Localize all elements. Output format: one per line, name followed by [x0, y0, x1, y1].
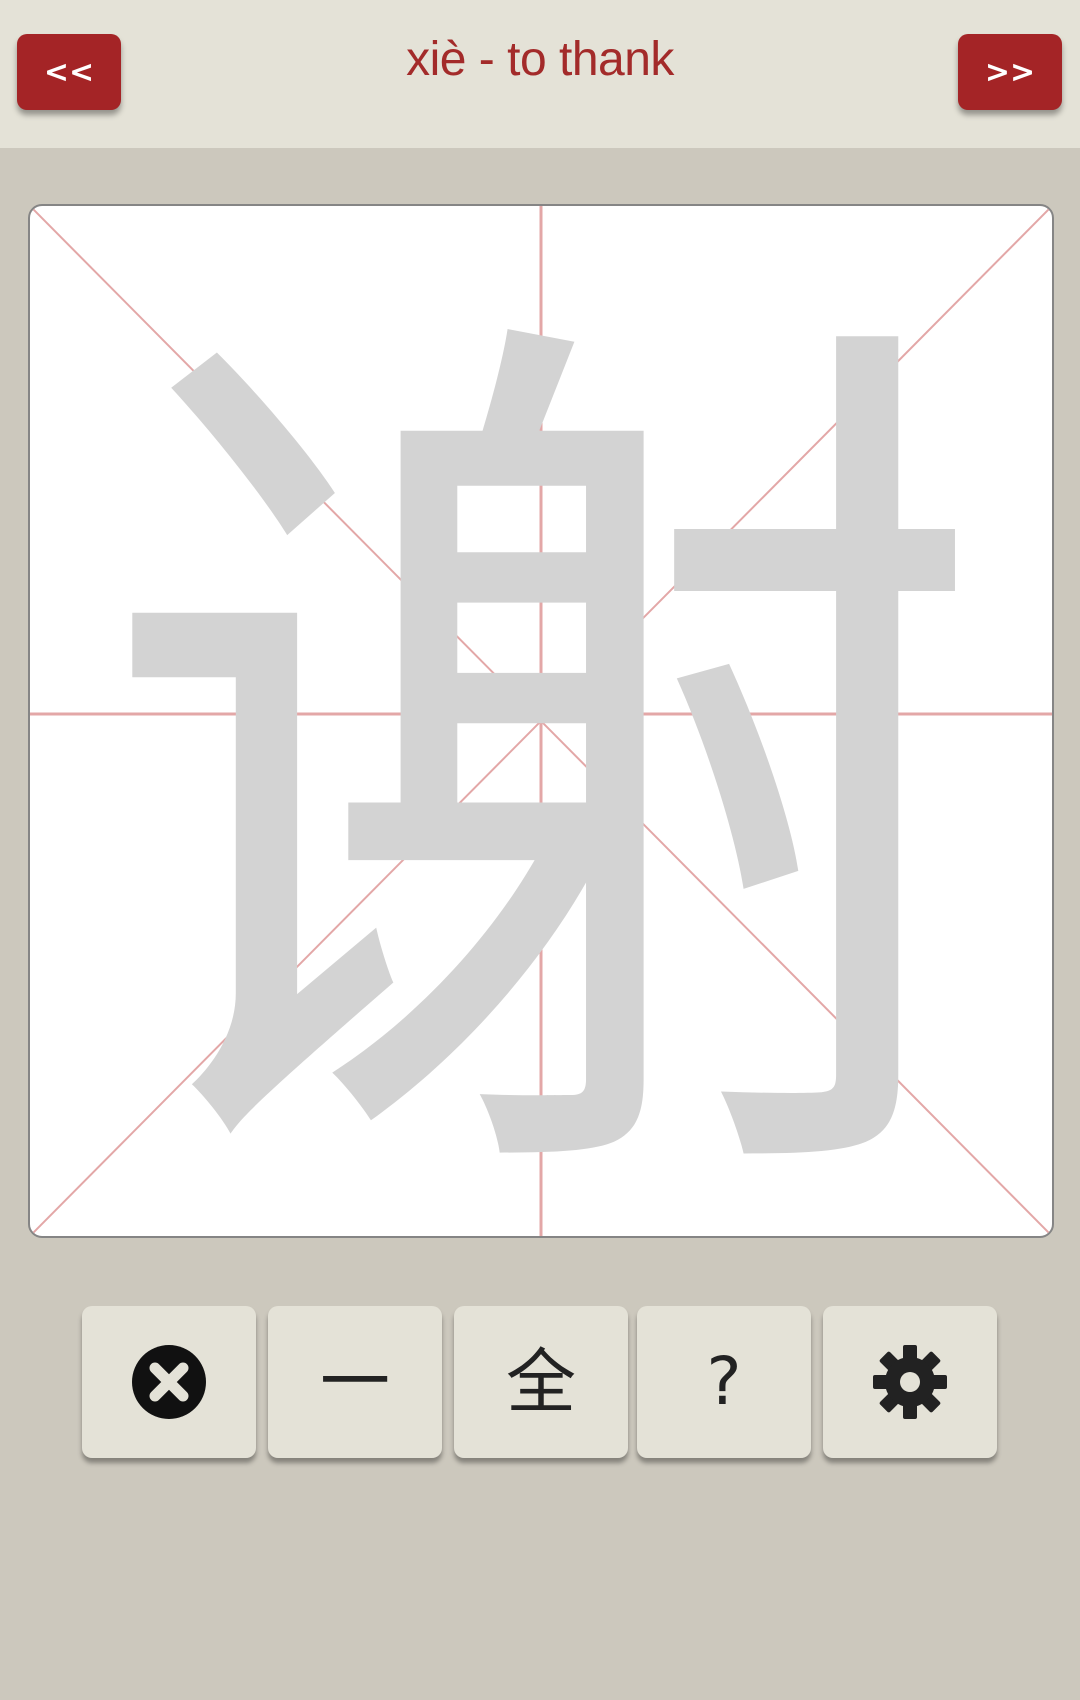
gear-icon: [873, 1345, 947, 1419]
help-button[interactable]: ?: [637, 1306, 811, 1458]
help-button-label: ?: [706, 1343, 742, 1420]
next-button-label: >>: [984, 54, 1036, 90]
stroke-button-label: 一: [320, 1341, 390, 1423]
character-canvas[interactable]: 谢: [30, 206, 1052, 1236]
stroke-button[interactable]: 一: [268, 1306, 442, 1458]
close-circle-icon: [132, 1345, 206, 1419]
character-glyph: 谢: [91, 252, 991, 1236]
full-button[interactable]: 全: [454, 1306, 628, 1458]
settings-button[interactable]: [823, 1306, 997, 1458]
toolbar: 一 全 ?: [0, 1306, 1080, 1458]
next-button[interactable]: >>: [958, 34, 1062, 110]
close-button[interactable]: [82, 1306, 256, 1458]
top-bar: << xiè - to thank >>: [0, 0, 1080, 148]
previous-button[interactable]: <<: [17, 34, 121, 110]
writing-pad[interactable]: 谢: [28, 204, 1054, 1238]
page-title: xiè - to thank: [406, 33, 674, 86]
full-button-label: 全: [506, 1341, 576, 1423]
previous-button-label: <<: [43, 54, 95, 90]
